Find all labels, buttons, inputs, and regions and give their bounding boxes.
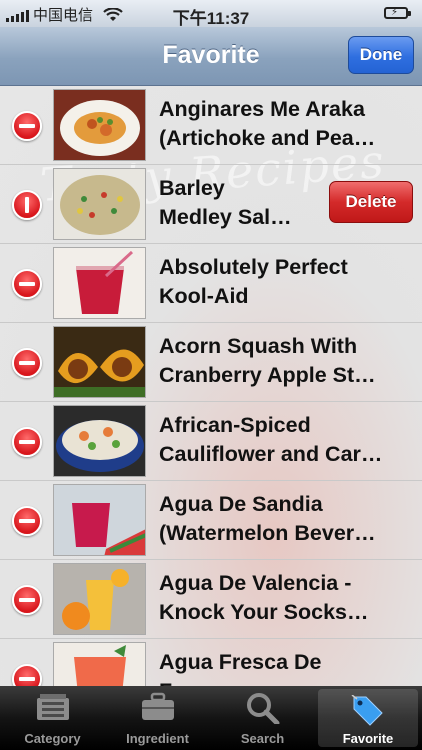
delete-control-icon[interactable]: [12, 506, 42, 536]
delete-control-icon[interactable]: [12, 111, 42, 141]
recipe-title: Agua De Valencia - Knock Your Socks…: [159, 571, 369, 624]
list-item[interactable]: Absolutely Perfect Kool-Aid: [0, 244, 422, 323]
tab-label: Search: [240, 731, 285, 746]
tab-label: Ingredient: [126, 731, 189, 746]
briefcase-icon: [140, 692, 176, 727]
list-item[interactable]: African-Spiced Cauliflower and Car…: [0, 402, 422, 481]
battery-icon: ⚡: [384, 7, 411, 19]
recipe-title: Agua Fresca De Fresa: [159, 650, 322, 686]
delete-control-icon[interactable]: [12, 427, 42, 457]
tab-category[interactable]: Category: [0, 686, 105, 750]
delete-control-icon[interactable]: [12, 269, 42, 299]
recipe-thumbnail: [53, 642, 146, 686]
recipe-thumbnail: [53, 484, 146, 556]
search-icon: [245, 692, 281, 729]
status-bar: 中国电信 下午11:37 ⚡: [0, 0, 422, 28]
tab-ingredient[interactable]: Ingredient: [105, 686, 210, 750]
status-time: 下午11:37: [172, 9, 250, 28]
recipe-title: Anginares Me Araka (Artichoke and Pea…: [159, 97, 376, 150]
list-item[interactable]: Anginares Me Araka (Artichoke and Pea…: [0, 86, 422, 165]
tab-label: Category: [24, 731, 81, 746]
recipe-thumbnail: [53, 89, 146, 161]
favorites-list[interactable]: Tasty Recipes Anginares Me Araka (Artich…: [0, 86, 422, 686]
recipe-thumbnail: [53, 405, 146, 477]
tag-icon: [350, 694, 386, 732]
delete-button[interactable]: Delete: [329, 181, 413, 223]
list-item[interactable]: Agua De Valencia - Knock Your Socks…: [0, 560, 422, 639]
done-button[interactable]: Done: [348, 36, 414, 74]
tab-label: Favorite: [342, 731, 394, 746]
list-item[interactable]: Agua De Sandia (Watermelon Bever…: [0, 481, 422, 560]
tab-favorite[interactable]: Favorite: [318, 689, 418, 747]
recipe-title: African-Spiced Cauliflower and Car…: [159, 413, 383, 466]
recipe-title: Agua De Sandia (Watermelon Bever…: [159, 492, 376, 545]
list-item[interactable]: Acorn Squash With Cranberry Apple St…: [0, 323, 422, 402]
delete-control-icon[interactable]: [12, 664, 42, 686]
recipe-thumbnail: [53, 168, 146, 240]
recipe-title: Acorn Squash With Cranberry Apple St…: [159, 334, 376, 387]
list-item[interactable]: Agua Fresca De Fresa: [0, 639, 422, 686]
list-item[interactable]: Barley Medley Sal… Delete: [0, 165, 422, 244]
navigation-bar: Favorite Done: [0, 27, 422, 86]
tab-search[interactable]: Search: [210, 686, 315, 750]
delete-control-icon[interactable]: [12, 348, 42, 378]
recipe-title: Absolutely Perfect Kool-Aid: [159, 255, 348, 308]
recipe-thumbnail: [53, 247, 146, 319]
delete-control-rotated-icon[interactable]: [12, 190, 42, 220]
recipe-thumbnail: [53, 563, 146, 635]
delete-control-icon[interactable]: [12, 585, 42, 615]
tab-bar: Category Ingredient Search Favorite: [0, 686, 422, 750]
category-icon: [35, 692, 71, 727]
recipe-thumbnail: [53, 326, 146, 398]
